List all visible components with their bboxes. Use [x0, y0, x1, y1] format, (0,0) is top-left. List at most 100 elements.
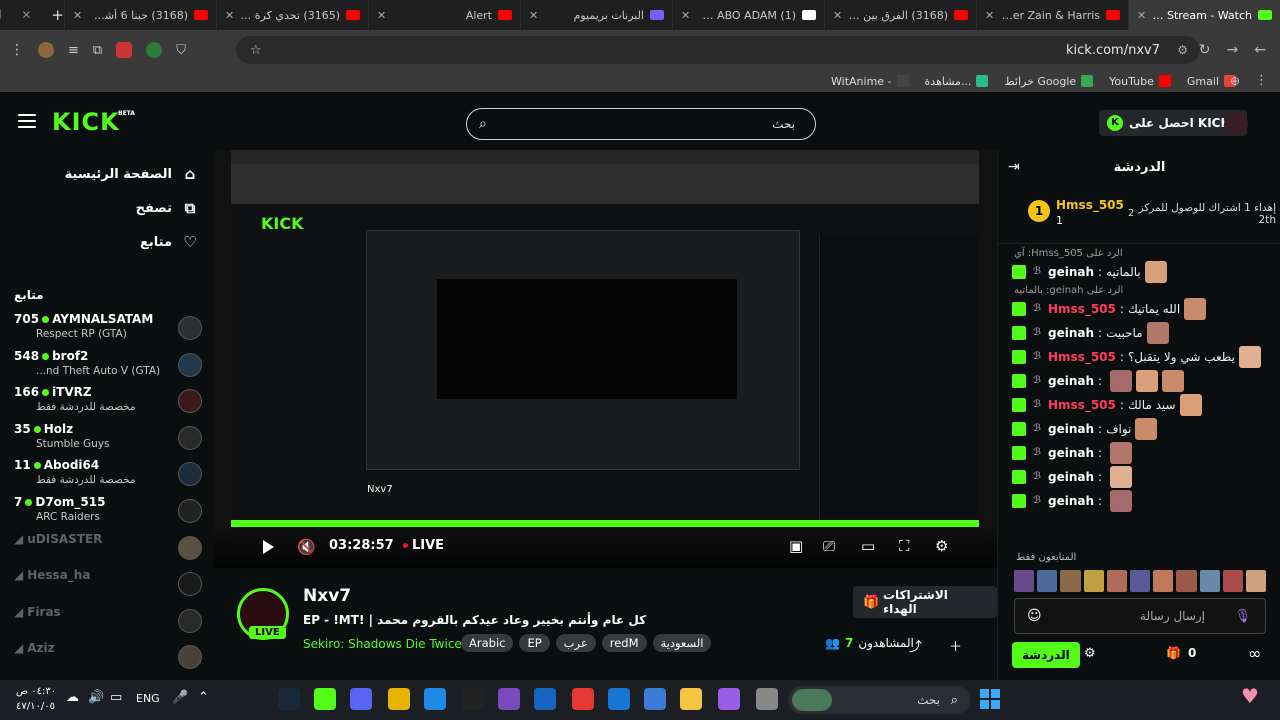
pip-icon[interactable]: ▣ — [789, 537, 803, 555]
gift-subs-button[interactable]: 🎁 الاشتراكات الهداء — [853, 586, 997, 618]
bookmark-item[interactable]: خرائط Google — [1004, 75, 1094, 88]
media-icon[interactable]: ≡ — [68, 43, 79, 58]
bookmark-item[interactable]: WitAnime - — [831, 75, 909, 88]
subscriber-avatar[interactable] — [1060, 570, 1081, 592]
close-tab-icon[interactable]: ✕ — [73, 9, 82, 22]
close-window-icon[interactable]: ✕ — [21, 8, 31, 22]
restore-icon[interactable]: ❐ — [0, 8, 1, 22]
kick-app-icon[interactable] — [314, 688, 336, 710]
store-icon[interactable] — [644, 688, 666, 710]
edge-icon[interactable] — [424, 688, 446, 710]
stream-tag[interactable]: عرب — [555, 634, 596, 652]
close-tab-icon[interactable]: ✕ — [377, 9, 386, 22]
sidebar-item-following[interactable]: متابع ♡ — [14, 230, 198, 254]
followed-channel[interactable]: 7 D7om_515 ARC Raiders — [14, 495, 202, 529]
subscriber-avatar[interactable] — [1106, 570, 1127, 592]
chat-username[interactable]: geinah — [1048, 470, 1094, 484]
reload-icon[interactable]: ↻ — [1199, 42, 1211, 58]
subscriber-avatar[interactable] — [1014, 570, 1035, 592]
network-icon[interactable]: ☁ — [66, 690, 79, 705]
bookmark-item[interactable]: YouTube — [1109, 75, 1171, 88]
bookmarks-menu-icon[interactable]: ⋮ — [1255, 73, 1268, 88]
discord-icon[interactable] — [350, 688, 372, 710]
back-icon[interactable]: ← — [1254, 42, 1266, 58]
settings-icon[interactable]: ⚙ — [935, 537, 948, 555]
chat-settings-icon[interactable]: ⚙ — [1084, 646, 1096, 661]
play-icon[interactable] — [263, 540, 274, 554]
chat-gift-icon[interactable]: 🎁 — [1166, 646, 1181, 660]
subscriber-avatar[interactable] — [1083, 570, 1104, 592]
start-icon[interactable] — [980, 689, 1000, 709]
site-settings-icon[interactable]: ⚙ — [1177, 43, 1188, 57]
followed-channel[interactable]: 705 AYMNALSATAM Respect RP (GTA) — [14, 312, 202, 346]
chat-username[interactable]: Hmss_505 — [1048, 350, 1116, 364]
emoji-icon[interactable]: ☺ — [1027, 608, 1042, 624]
followed-channel[interactable]: 35 Holz Stumble Guys — [14, 422, 202, 456]
stream-tag[interactable]: السعودية — [652, 634, 712, 652]
language-indicator[interactable]: ENG — [136, 692, 160, 705]
followed-channel[interactable]: 548 brof2 ...nd Theft Auto V (GTA) — [14, 349, 202, 383]
browser-tab[interactable]: (3168) الفرق بين الملك ✕ — [824, 0, 976, 30]
url-field[interactable]: ☆ kick.com/nxv7 ⚙ — [236, 36, 1200, 64]
bookmark-star-icon[interactable]: ☆ — [250, 43, 262, 58]
globe-icon[interactable]: ⊕ — [1230, 74, 1240, 88]
chat-username[interactable]: Hmss_505 — [1048, 398, 1116, 412]
followed-channel[interactable]: ◢ Firas — [14, 605, 202, 639]
browser-tab[interactable]: (3165) تحدي كرة الطائرة ✕ — [216, 0, 368, 30]
app-icon[interactable] — [756, 688, 778, 710]
mic-icon[interactable]: 🎙 — [1234, 609, 1251, 624]
browser-tab[interactable]: Alert ✕ — [368, 0, 520, 30]
taskbar-clock[interactable]: ٠٤:٣٠ ص ٤٧/١٠/٠٥ — [16, 684, 56, 714]
stream-tag[interactable]: redM — [601, 634, 647, 652]
infinity-icon[interactable]: ∞ — [1248, 644, 1261, 663]
tray-chevron-icon[interactable]: ⌃ — [198, 690, 209, 705]
followed-channel[interactable]: ◢ Aziz — [14, 641, 202, 675]
search-input[interactable]: ⌕ بحث — [466, 108, 816, 140]
chat-input[interactable]: ☺ إرسال رسالة 🎙 — [1014, 598, 1266, 634]
chat-username[interactable]: geinah — [1048, 374, 1094, 388]
subscriber-avatar[interactable] — [1245, 570, 1267, 592]
copilot-icon[interactable]: ♥ — [1236, 684, 1264, 714]
mic-tray-icon[interactable]: 🎤 — [172, 690, 188, 705]
kick-logo[interactable]: KICK — [52, 108, 120, 136]
chat-username[interactable]: geinah — [1048, 446, 1094, 460]
video-player[interactable]: KICK Nxv7 🔇 03:28:57 LIVE ▣ ⎚ ▭ ⛶ ⚙ — [213, 150, 997, 568]
theater-icon[interactable]: ▭ — [861, 537, 875, 555]
steam-icon[interactable] — [278, 688, 300, 710]
dropbox-icon[interactable] — [534, 688, 556, 710]
stream-tag[interactable]: EP — [519, 634, 550, 652]
sidebar-item-home[interactable]: الصفحة الرئيسية ⌂ — [14, 162, 198, 186]
followed-channel[interactable]: ◢ uDISASTER — [14, 532, 202, 566]
chat-username[interactable]: geinah — [1048, 265, 1094, 279]
chat-username[interactable]: geinah — [1048, 326, 1094, 340]
progress-bar[interactable] — [231, 524, 979, 527]
new-tab-button[interactable]: + — [51, 6, 64, 24]
followed-channel[interactable]: 166 iTVRZ مخصصة للدردشة فقط — [14, 385, 202, 419]
streamer-name[interactable]: Nxv7 — [303, 586, 351, 606]
followed-channel[interactable]: ◢ Hessa_ha — [14, 568, 202, 602]
extension-icon[interactable] — [116, 42, 133, 58]
browser-tab[interactable]: Nxv7 Stream - Watch ✕ — [1128, 0, 1280, 30]
chat-username[interactable]: Hmss_505 — [1048, 302, 1116, 316]
close-tab-icon[interactable]: ✕ — [833, 9, 842, 22]
close-tab-icon[interactable]: ✕ — [985, 9, 994, 22]
extension-icon[interactable] — [146, 42, 163, 58]
sidebar-item-browse[interactable]: تصفح ⧉ — [14, 196, 198, 220]
taskbar-search[interactable]: بحث ⌕ — [788, 686, 970, 714]
subscriber-avatar[interactable] — [1222, 570, 1243, 592]
subscriber-avatar[interactable] — [1129, 570, 1151, 592]
subscriber-avatar[interactable] — [1176, 570, 1197, 592]
chat-username[interactable]: geinah — [1048, 494, 1094, 508]
forward-icon[interactable]: → — [1227, 42, 1239, 58]
close-tab-icon[interactable]: ✕ — [225, 9, 234, 22]
volume-icon[interactable]: 🔊 — [88, 690, 104, 705]
browser-tab[interactable]: Maher Zain & Harris ✕ — [976, 0, 1128, 30]
stream-category[interactable]: Sekiro: Shadows Die Twice — [303, 637, 462, 651]
extension-icon[interactable] — [38, 42, 54, 58]
subscriber-avatar[interactable] — [1037, 570, 1058, 592]
chat-username[interactable]: geinah — [1048, 422, 1094, 436]
bookmark-item[interactable]: مشاهدة... — [925, 75, 989, 88]
shield-icon[interactable]: ⛉ — [176, 43, 186, 58]
git-icon[interactable] — [572, 688, 594, 710]
subscriber-avatar[interactable] — [1199, 570, 1220, 592]
